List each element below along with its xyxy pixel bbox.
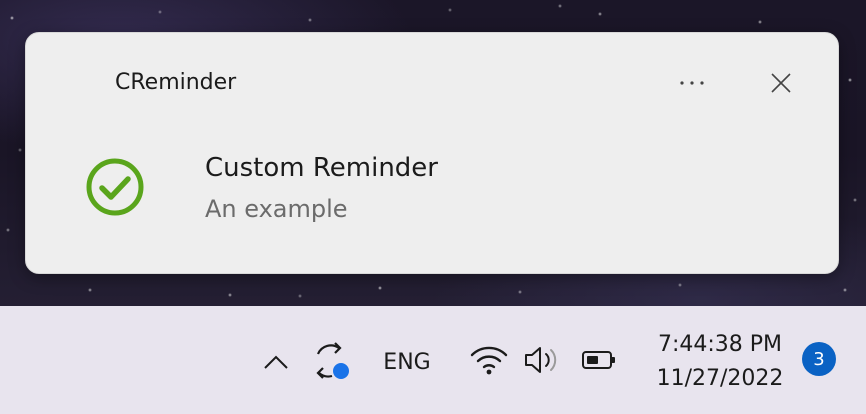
show-hidden-icons-button[interactable] — [258, 344, 294, 380]
more-options-button[interactable] — [670, 67, 714, 99]
desktop-wallpaper: CReminder Custom Reminder An example — [0, 0, 866, 306]
clock-date: 11/27/2022 — [656, 366, 784, 391]
clock-time: 7:44:38 PM — [657, 332, 783, 357]
close-button[interactable] — [762, 65, 800, 101]
toast-body: An example — [205, 195, 348, 223]
taskbar: ENG 7:44:38 PM 11/27/2022 3 — [0, 306, 866, 414]
wifi-icon — [470, 346, 508, 375]
volume-icon — [525, 347, 557, 373]
checkmark-circle-icon — [86, 158, 144, 216]
notification-toast[interactable]: CReminder Custom Reminder An example — [25, 32, 839, 274]
close-icon — [771, 73, 791, 93]
more-options-icon — [680, 81, 704, 85]
notification-center-badge[interactable]: 3 — [802, 342, 836, 376]
quick-settings-button[interactable] — [468, 340, 626, 380]
sync-tray-button[interactable] — [306, 338, 354, 384]
input-language-button[interactable]: ENG — [372, 344, 442, 380]
battery-icon — [582, 351, 615, 369]
sync-icon — [316, 342, 349, 379]
clock-button[interactable]: 7:44:38 PM 11/27/2022 — [648, 322, 792, 402]
chevron-up-icon — [264, 355, 288, 369]
toast-app-name: CReminder — [115, 70, 237, 95]
toast-title: Custom Reminder — [205, 153, 438, 183]
sync-status-dot — [333, 363, 349, 379]
